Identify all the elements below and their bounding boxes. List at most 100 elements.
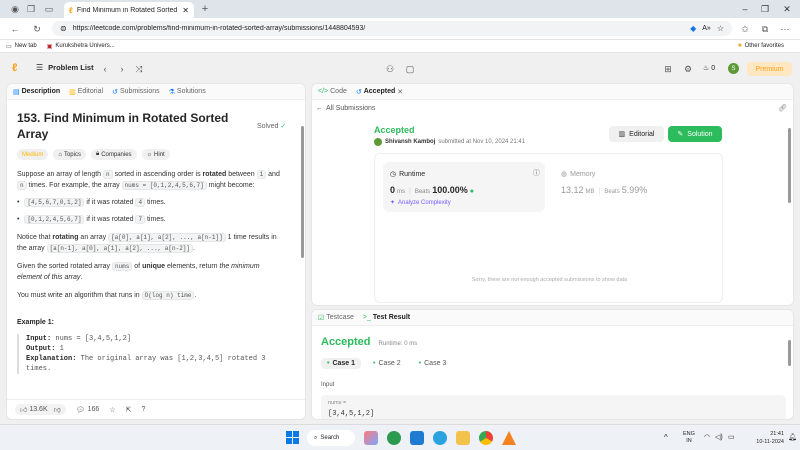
minimize-button[interactable]: – bbox=[736, 2, 754, 16]
more-menu-icon[interactable]: ⋯ bbox=[778, 22, 792, 36]
text: . bbox=[193, 245, 195, 252]
problem-list-button[interactable]: ☰ Problem List bbox=[36, 63, 94, 72]
wifi-icon[interactable]: ◠ bbox=[704, 433, 710, 441]
layout-icon[interactable]: ⊞ bbox=[661, 62, 675, 76]
submission-scrollbar[interactable] bbox=[788, 128, 791, 203]
tab-test-result[interactable]: >_ Test Result bbox=[363, 314, 410, 321]
back-icon[interactable]: ← bbox=[8, 22, 22, 36]
case-tab-1[interactable]: • Case 1 bbox=[321, 358, 362, 369]
new-tab-button[interactable]: + bbox=[198, 2, 212, 16]
chrome-icon[interactable] bbox=[479, 431, 493, 445]
case-tab-3[interactable]: • Case 3 bbox=[413, 358, 453, 369]
test-panel: ☑ Testcase >_ Test Result Accepted Runtime… bbox=[311, 309, 794, 420]
user-name[interactable]: Shivansh Kamboj bbox=[385, 139, 435, 145]
notification-bell-icon[interactable]: 🔔︎ bbox=[788, 433, 797, 441]
info-icon[interactable]: ⓘ bbox=[533, 168, 540, 178]
maximize-button[interactable]: ❐ bbox=[756, 2, 774, 16]
bookmark-kurukshetra[interactable]: ▣ Kurukshetra Univers... bbox=[47, 43, 115, 50]
next-problem-icon[interactable]: › bbox=[115, 62, 129, 76]
edge-browser-icon[interactable] bbox=[387, 431, 401, 445]
link-icon[interactable]: 🔗︎ bbox=[778, 104, 787, 112]
help-icon[interactable]: ? bbox=[141, 406, 145, 413]
url-field[interactable]: ⊜ https://leetcode.com/problems/find-min… bbox=[52, 21, 732, 36]
comments-button[interactable]: 💬︎ 166 bbox=[76, 406, 100, 414]
site-info-icon[interactable]: ⊜ bbox=[60, 24, 67, 33]
tab-accepted[interactable]: ↺ Accepted ✕ bbox=[356, 88, 403, 96]
tab-actions-icon[interactable]: ▭ bbox=[42, 2, 56, 16]
text: . bbox=[80, 274, 83, 281]
extension-tag-icon[interactable]: ◆ bbox=[690, 24, 696, 33]
clock[interactable]: 21:41 10-11-2024 bbox=[742, 430, 784, 446]
profile-icon[interactable]: ◉ bbox=[8, 2, 22, 16]
language-indicator[interactable]: ENG IN bbox=[683, 431, 695, 445]
inline-code: nums bbox=[111, 262, 133, 271]
read-aloud-icon[interactable]: A» bbox=[702, 25, 711, 32]
prev-problem-icon[interactable]: ‹ bbox=[98, 62, 112, 76]
notes-icon[interactable]: ▢ bbox=[403, 62, 417, 76]
memory-card[interactable]: ◍ Memory 13.12 MB | Beats 5.99% bbox=[559, 162, 709, 212]
workspaces-icon[interactable]: ❐ bbox=[24, 2, 38, 16]
case-tab-2[interactable]: • Case 2 bbox=[367, 358, 407, 369]
vscode-icon[interactable] bbox=[410, 431, 424, 445]
problem-title: 153. Find Minimum in Rotated Sorted Arra… bbox=[17, 110, 252, 142]
star-icon[interactable]: ☆ bbox=[109, 406, 115, 414]
close-window-button[interactable]: ✕ bbox=[778, 2, 796, 16]
like-button[interactable]: 👍︎ 13.6K 👎︎ bbox=[15, 404, 66, 415]
leetcode-logo-icon[interactable]: ℓ bbox=[12, 62, 17, 74]
distribution-empty-message: Sorry, there are not enough accepted sub… bbox=[471, 277, 628, 283]
debugger-icon[interactable]: ⚇ bbox=[383, 62, 397, 76]
memory-number: 13.12 bbox=[561, 185, 584, 195]
other-favorites[interactable]: ■ Other favorites bbox=[738, 43, 784, 49]
solution-button[interactable]: ✎ Solution bbox=[668, 126, 722, 142]
favorites-icon[interactable]: ✩ bbox=[738, 22, 752, 36]
close-tab-icon[interactable]: ✕ bbox=[182, 6, 189, 15]
bookmark-new-tab[interactable]: ▭ New tab bbox=[6, 43, 37, 50]
tab-solutions[interactable]: ⚗ Solutions bbox=[169, 88, 206, 96]
runtime-card[interactable]: ◷ Runtime ⓘ 0 ms | Beats 100.00% ● ✦ Analy… bbox=[383, 162, 545, 212]
solved-indicator: Solved ✓ bbox=[257, 122, 286, 131]
tab-description[interactable]: ▤ Description bbox=[13, 88, 60, 96]
inline-code: [a[0], a[1], a[2], ..., a[n-1]] bbox=[108, 233, 226, 242]
inline-code: nums = [0,1,2,4,5,6,7] bbox=[121, 181, 207, 190]
battery-icon[interactable]: ▭ bbox=[728, 433, 735, 441]
test-result-summary: Accepted Runtime: 0 ms bbox=[321, 336, 417, 348]
tray-overflow-icon[interactable]: ^ bbox=[664, 433, 668, 442]
tab-editorial[interactable]: ▥ Editorial bbox=[69, 88, 103, 96]
tab-submissions[interactable]: ↺ Submissions bbox=[112, 88, 160, 96]
new-tab-page-icon: ▭ bbox=[6, 43, 12, 50]
all-submissions-link[interactable]: ← All Submissions bbox=[316, 105, 375, 112]
topics-tag[interactable]: ⌂ Topics bbox=[53, 149, 86, 160]
refresh-icon[interactable]: ↻ bbox=[30, 22, 44, 36]
avatar[interactable]: S bbox=[728, 63, 739, 74]
volume-icon[interactable]: ◁) bbox=[715, 433, 723, 441]
text: if it was rotated bbox=[84, 216, 136, 223]
analyze-complexity-button[interactable]: ✦ Analyze Complexity bbox=[390, 199, 451, 207]
test-scrollbar[interactable] bbox=[788, 340, 791, 366]
settings-gear-icon[interactable]: ⚙ bbox=[681, 62, 695, 76]
share-icon[interactable]: ⇱ bbox=[126, 406, 132, 414]
shuffle-icon[interactable]: ⤨ bbox=[132, 62, 146, 76]
editorial-button[interactable]: ▥ Editorial bbox=[609, 126, 664, 142]
tab-code[interactable]: </> Code bbox=[318, 88, 347, 95]
companies-tag[interactable]: 🔒︎ Companies bbox=[90, 149, 137, 160]
value: The original array was [1,2,3,4,5] rotat… bbox=[76, 355, 266, 363]
streak-counter[interactable]: ♨ 0 bbox=[703, 64, 715, 73]
vlc-icon[interactable] bbox=[502, 431, 516, 445]
book-icon: ▥ bbox=[69, 88, 76, 96]
premium-button[interactable]: Premium bbox=[747, 62, 792, 76]
taskbar-search[interactable]: ⌕ Search bbox=[307, 430, 355, 446]
tab-testcase[interactable]: ☑ Testcase bbox=[318, 314, 354, 322]
browser-tab-active[interactable]: ℓ Find Minimum in Rotated Sorted ✕ bbox=[64, 2, 194, 18]
file-explorer-icon[interactable] bbox=[456, 431, 470, 445]
explanation-cont: times. bbox=[26, 365, 52, 373]
copilot-icon[interactable] bbox=[364, 431, 378, 445]
telegram-icon[interactable] bbox=[433, 431, 447, 445]
favorite-star-icon[interactable]: ☆ bbox=[717, 24, 724, 33]
collections-icon[interactable]: ⧉ bbox=[758, 22, 772, 36]
hint-tag[interactable]: ☼ Hint bbox=[141, 149, 170, 160]
windows-start-icon[interactable] bbox=[286, 431, 299, 444]
text: times. bbox=[145, 216, 166, 223]
dot-icon: • bbox=[327, 360, 330, 367]
close-tab-icon[interactable]: ✕ bbox=[397, 88, 403, 96]
description-scrollbar[interactable] bbox=[301, 126, 304, 258]
